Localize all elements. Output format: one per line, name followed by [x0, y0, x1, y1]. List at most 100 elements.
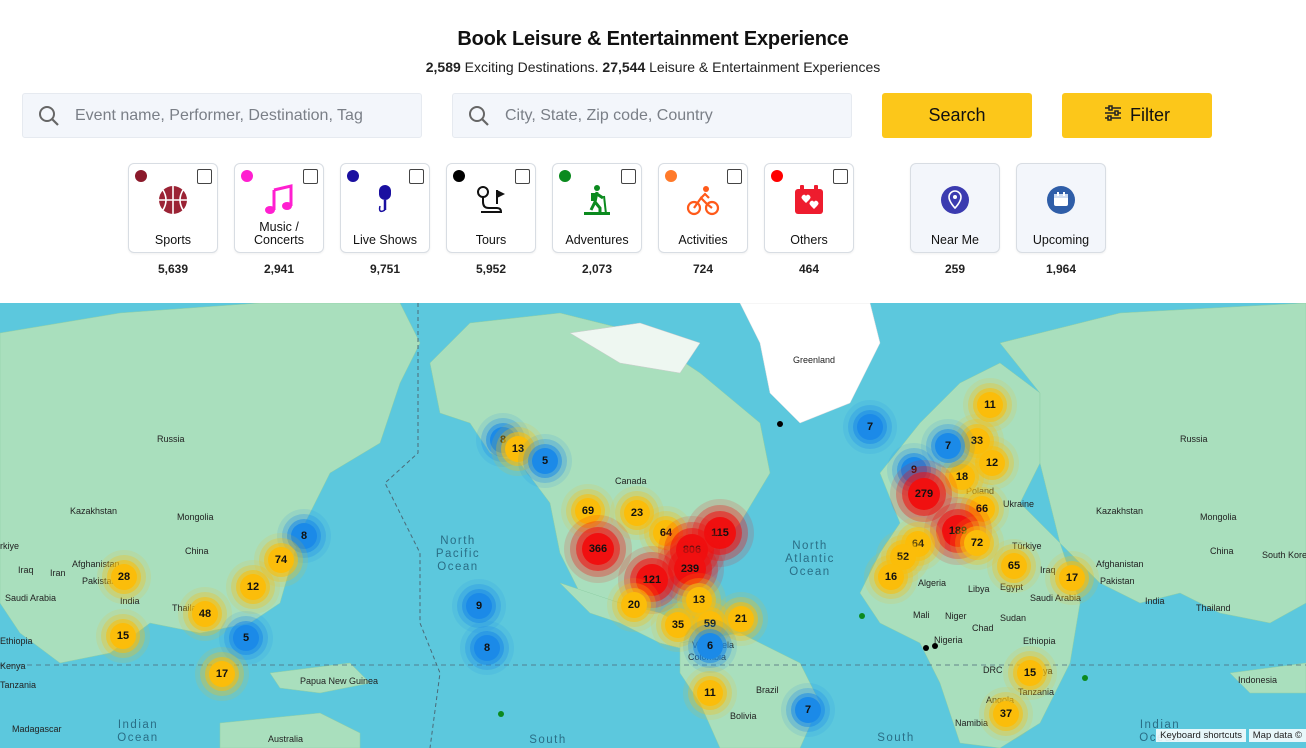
map-cluster-marker[interactable]: 12 [979, 450, 1005, 476]
category-live-shows[interactable]: Live Shows [340, 163, 430, 253]
map-cluster-marker[interactable]: 11 [977, 392, 1003, 418]
map-cluster-marker[interactable]: 48 [192, 601, 218, 627]
category-checkbox[interactable] [833, 169, 848, 184]
category-count: 724 [692, 262, 714, 276]
category-label: Tours [475, 233, 507, 247]
map-cluster-marker[interactable]: 7 [795, 697, 821, 723]
location-search-box[interactable] [452, 93, 852, 138]
map-cluster-marker[interactable]: 72 [964, 530, 990, 556]
map-cluster-marker[interactable]: 35 [665, 612, 691, 638]
map-place-label: Russia [1180, 434, 1208, 444]
map-place-label: Pakistan [1100, 576, 1135, 586]
map-cluster-marker[interactable]: 12 [240, 574, 266, 600]
upcoming-button[interactable]: Upcoming [1016, 163, 1106, 253]
map-cluster-marker[interactable]: 239 [674, 553, 706, 585]
map-marker-dot[interactable] [923, 645, 929, 651]
category-checkbox[interactable] [727, 169, 742, 184]
map-cluster-marker[interactable]: 115 [704, 517, 736, 549]
category-music[interactable]: Music / Concerts [234, 163, 324, 253]
near-me-button[interactable]: Near Me [910, 163, 1000, 253]
map-marker-dot[interactable] [498, 711, 504, 717]
map-cluster-marker[interactable]: 37 [993, 701, 1019, 727]
category-checkbox[interactable] [197, 169, 212, 184]
category-count: 2,941 [263, 262, 295, 276]
category-checkbox[interactable] [515, 169, 530, 184]
map-cluster-marker[interactable]: 20 [621, 592, 647, 618]
map-marker-dot[interactable] [777, 421, 783, 427]
map-cluster-marker[interactable]: 13 [686, 587, 712, 613]
map-cluster-marker[interactable]: 5 [532, 448, 558, 474]
category-count: 5,639 [157, 262, 189, 276]
world-map[interactable]: Greenland Russia Russia Kazakhstan Mongolia C… [0, 303, 1306, 748]
map-cluster-marker[interactable]: 9 [466, 593, 492, 619]
destination-count: 2,589 [425, 59, 461, 75]
quick-label: Upcoming [1032, 233, 1090, 247]
map-place-label: Canada [615, 476, 647, 486]
map-cluster-marker[interactable]: 8 [291, 523, 317, 549]
map-cluster-marker[interactable]: 15 [110, 623, 136, 649]
category-tours[interactable]: Tours [446, 163, 536, 253]
map-marker-dot[interactable] [859, 613, 865, 619]
category-checkbox[interactable] [409, 169, 424, 184]
search-icon [453, 105, 505, 127]
map-cluster-marker[interactable]: 11 [697, 680, 723, 706]
category-activities[interactable]: Activities [658, 163, 748, 253]
microphone-icon [341, 184, 429, 216]
category-label: Adventures [565, 233, 629, 247]
map-marker-dot[interactable] [1082, 675, 1088, 681]
map-cluster-marker[interactable]: 23 [624, 500, 650, 526]
category-others[interactable]: Others [764, 163, 854, 253]
map-cluster-marker[interactable]: 7 [857, 414, 883, 440]
category-color-dot [241, 170, 253, 182]
map-cluster-marker[interactable]: 74 [268, 547, 294, 573]
category-color-dot [347, 170, 359, 182]
category-sports[interactable]: Sports [128, 163, 218, 253]
category-count: 5,952 [475, 262, 507, 276]
map-cluster-marker[interactable]: 279 [908, 478, 940, 510]
map-cluster-marker[interactable]: 28 [111, 564, 137, 590]
map-place-label: Indonesia [1238, 675, 1278, 685]
map-place-label: Ukraine [1003, 499, 1035, 509]
map-cluster-marker[interactable]: 69 [575, 498, 601, 524]
map-cluster-marker[interactable]: 16 [878, 564, 904, 590]
map-cluster-marker[interactable]: 366 [582, 533, 614, 565]
map-place-label: rkiye [0, 541, 20, 551]
map-cluster-marker[interactable]: 64 [653, 520, 679, 546]
map-cluster-marker[interactable]: 6 [697, 633, 723, 659]
map-place-label: Iraq [18, 565, 34, 575]
basketball-icon [129, 184, 217, 216]
map-cluster-marker[interactable]: 121 [636, 564, 668, 596]
category-label: Music / Concerts [253, 220, 305, 247]
map-cluster-marker[interactable]: 66 [969, 496, 995, 522]
map-marker-dot[interactable] [932, 643, 938, 649]
map-cluster-marker[interactable]: 17 [209, 661, 235, 687]
event-search-box[interactable] [22, 93, 422, 138]
category-count: 464 [798, 262, 820, 276]
map-cluster-marker[interactable]: 15 [1017, 660, 1043, 686]
map-place-label: Mongolia [1200, 512, 1237, 522]
category-count: 2,073 [581, 262, 613, 276]
map-cluster-marker[interactable]: 8 [474, 635, 500, 661]
map-place-label: Iran [50, 568, 66, 578]
calendar-hearts-icon [765, 184, 853, 216]
map-cluster-marker[interactable]: 5 [233, 625, 259, 651]
map-cluster-marker[interactable]: 17 [1059, 565, 1085, 591]
map-cluster-marker[interactable]: 7 [935, 433, 961, 459]
map-place-label: Papua New Guinea [300, 676, 379, 686]
search-button[interactable]: Search [882, 93, 1032, 138]
map-cluster-marker[interactable]: 13 [505, 436, 531, 462]
map-place-label: Russia [157, 434, 185, 444]
location-pin-icon [911, 184, 999, 216]
map-cluster-marker[interactable]: 18 [949, 464, 975, 490]
map-cluster-marker[interactable]: 65 [1001, 553, 1027, 579]
event-search-input[interactable] [75, 106, 395, 125]
keyboard-shortcuts-link[interactable]: Keyboard shortcuts [1156, 729, 1246, 742]
map-place-label: Ethiopia [0, 636, 33, 646]
map-cluster-marker[interactable]: 21 [728, 606, 754, 632]
map-ocean-label: South [529, 734, 567, 746]
location-search-input[interactable] [505, 106, 825, 125]
filter-button[interactable]: Filter [1062, 93, 1212, 138]
category-checkbox[interactable] [621, 169, 636, 184]
category-checkbox[interactable] [303, 169, 318, 184]
category-adventures[interactable]: Adventures [552, 163, 642, 253]
